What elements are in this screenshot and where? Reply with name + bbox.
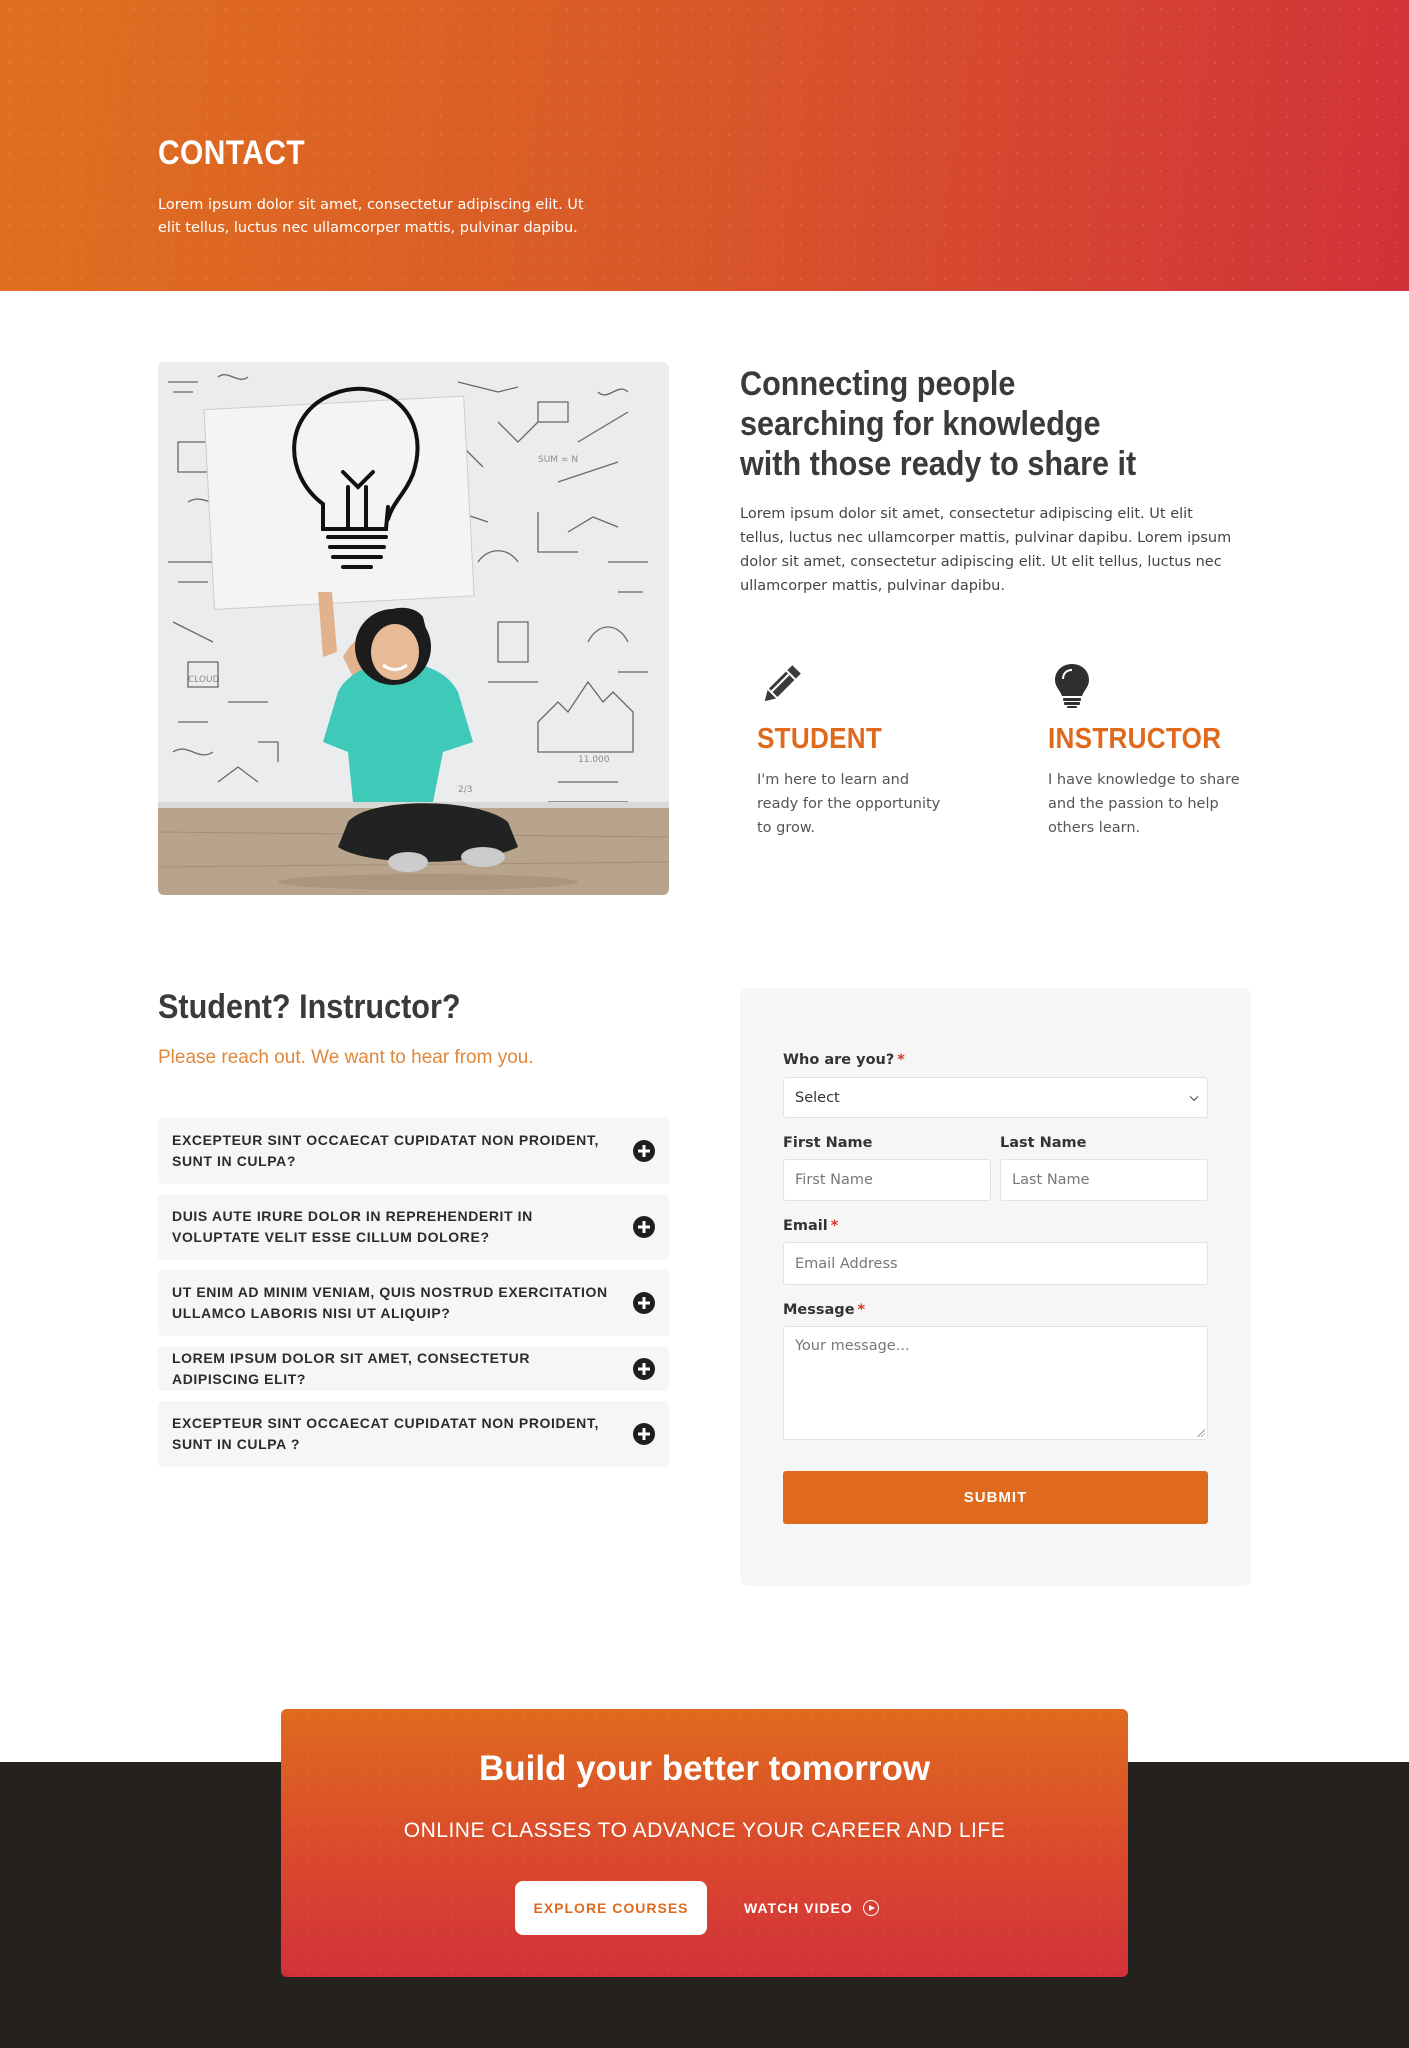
last-name-label: Last Name [1000, 1135, 1087, 1151]
first-name-input[interactable]: First Name [783, 1159, 991, 1201]
intro-text: Lorem ipsum dolor sit amet, consectetur … [740, 506, 1232, 594]
watch-video-label: WATCH VIDEO [744, 1900, 853, 1916]
explore-courses-button[interactable]: EXPLORE COURSES [515, 1881, 707, 1935]
hero-description: Lorem ipsum dolor sit amet, consectetur … [158, 197, 584, 236]
faq-question: EXCEPTEUR SINT OCCAECAT CUPIDATAT NON PR… [172, 1132, 599, 1169]
plus-circle-icon[interactable] [633, 1423, 655, 1445]
faq-question: UT ENIM AD MINIM VENIAM, QUIS NOSTRUD EX… [172, 1284, 608, 1321]
cta-subtitle: ONLINE CLASSES TO ADVANCE YOUR CAREER AN… [403, 1819, 1006, 1842]
cta-title: Build your better tomorrow [478, 1749, 931, 1788]
submit-button[interactable]: SUBMIT [783, 1471, 1208, 1524]
svg-text:CLOUD: CLOUD [188, 675, 220, 685]
message-textarea[interactable]: Your message... [783, 1326, 1208, 1440]
email-input[interactable]: Email Address [783, 1242, 1208, 1285]
lightbulb-icon [1048, 661, 1096, 709]
cta-banner: Build your better tomorrow ONLINE CLASSE… [281, 1709, 1128, 1977]
chevron-down-icon [1189, 1092, 1199, 1101]
email-label: Email * [783, 1218, 839, 1234]
faq-question: EXCEPTEUR SINT OCCAECAT CUPIDATAT NON PR… [172, 1415, 599, 1452]
plus-circle-icon[interactable] [633, 1140, 655, 1162]
page-title: CONTACT [158, 134, 306, 172]
faq-question: LOREM IPSUM DOLOR SIT AMET, CONSECTETUR … [172, 1349, 531, 1387]
faq-title: Student? Instructor? [158, 988, 461, 1026]
faq-subtitle: Please reach out. We want to hear from y… [158, 1047, 534, 1068]
hero-banner: CONTACT Lorem ipsum dolor sit amet, cons… [0, 0, 1409, 291]
svg-text:11.000: 11.000 [578, 755, 610, 765]
watch-video-button[interactable]: WATCH VIDEO [744, 1881, 879, 1935]
message-label: Message * [783, 1302, 866, 1318]
faq-item[interactable]: EXCEPTEUR SINT OCCAECAT CUPIDATAT NON PR… [158, 1118, 669, 1184]
faq-question: DUIS AUTE IRURE DOLOR IN REPREHENDERIT I… [172, 1208, 533, 1245]
faq-item[interactable]: UT ENIM AD MINIM VENIAM, QUIS NOSTRUD EX… [158, 1270, 669, 1336]
svg-text:2/3: 2/3 [458, 785, 472, 795]
pencil-icon [757, 661, 805, 709]
role-title: INSTRUCTOR [1048, 723, 1222, 755]
role-description: I have knowledge to share and the passio… [1048, 772, 1240, 836]
role-student: STUDENT I'm here to learn and ready for … [757, 661, 947, 840]
who-label: Who are you? * [783, 1052, 905, 1068]
who-select[interactable]: Select [783, 1077, 1208, 1118]
faq-item[interactable]: EXCEPTEUR SINT OCCAECAT CUPIDATAT NON PR… [158, 1401, 669, 1467]
role-title: STUDENT [757, 723, 883, 755]
faq-item[interactable]: DUIS AUTE IRURE DOLOR IN REPREHENDERIT I… [158, 1194, 669, 1260]
role-instructor: INSTRUCTOR I have knowledge to share and… [1048, 661, 1248, 840]
role-description: I'm here to learn and ready for the oppo… [757, 772, 941, 836]
first-name-label: First Name [783, 1135, 873, 1151]
resize-handle-icon[interactable] [1197, 1429, 1205, 1437]
plus-circle-icon[interactable] [633, 1292, 655, 1314]
intro-title: Connecting people searching for knowledg… [740, 365, 1137, 483]
play-circle-icon [862, 1900, 879, 1916]
plus-circle-icon[interactable] [633, 1216, 655, 1238]
svg-text:SUM = N: SUM = N [538, 455, 578, 465]
faq-item[interactable]: LOREM IPSUM DOLOR SIT AMET, CONSECTETUR … [158, 1346, 669, 1391]
plus-circle-icon[interactable] [633, 1357, 655, 1380]
student-photo: SUM = N CLOUD 11.000 2/3 [158, 362, 669, 895]
last-name-input[interactable]: Last Name [1000, 1159, 1208, 1201]
